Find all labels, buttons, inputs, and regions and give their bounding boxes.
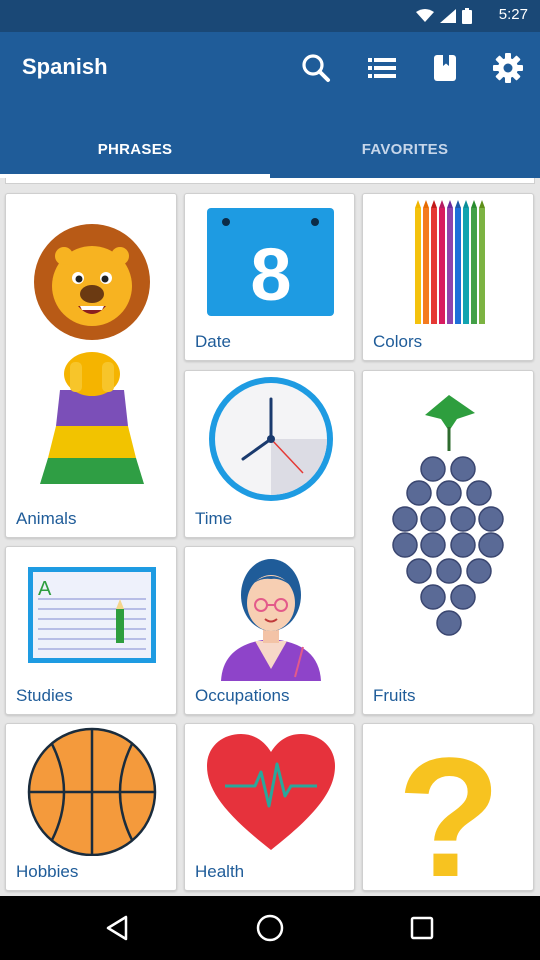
search-button[interactable] — [298, 50, 334, 86]
category-card-time[interactable]: Time — [184, 370, 355, 538]
category-card-hobbies[interactable]: Hobbies — [5, 723, 177, 891]
colored-pencils-icon — [415, 200, 485, 324]
settings-icon — [493, 53, 523, 83]
category-card-more[interactable]: ? — [362, 723, 534, 892]
tab-phrases-label: PHRASES — [97, 140, 173, 158]
woman-icon — [221, 559, 321, 681]
bookmark-icon — [434, 55, 456, 81]
status-time: 5:27 — [498, 6, 528, 23]
signal-icon — [440, 9, 456, 23]
category-card-studies[interactable]: A Studies — [5, 546, 177, 715]
back-icon — [106, 915, 128, 941]
category-label-time: Time — [195, 509, 233, 528]
category-card-colors[interactable]: Colors — [362, 193, 534, 361]
home-button[interactable] — [252, 910, 288, 946]
category-card-health[interactable]: Health — [184, 723, 355, 891]
category-label-occupations: Occupations — [195, 686, 290, 705]
tab-favorites[interactable]: FAVORITES — [270, 120, 540, 178]
app-bar: Spanish PHRASES FAVORITES — [0, 32, 540, 178]
status-icons — [416, 8, 472, 24]
bookmark-button[interactable] — [427, 50, 463, 86]
wifi-icon — [416, 9, 434, 22]
category-label-colors: Colors — [373, 332, 423, 351]
category-label-animals: Animals — [16, 509, 77, 528]
grapes-icon — [392, 395, 504, 636]
category-label-date: Date — [195, 332, 231, 351]
category-card-date[interactable]: 8 Date — [184, 193, 355, 361]
notebook-letter: A — [38, 578, 52, 600]
category-card-occupations[interactable]: Occupations — [184, 546, 355, 715]
previous-row-edge — [5, 178, 535, 184]
question-mark-glyph: ? — [397, 724, 501, 892]
notebook-icon: A — [28, 567, 156, 663]
list-icon — [368, 58, 396, 78]
tab-bar: PHRASES FAVORITES — [0, 120, 540, 178]
calendar-icon: 8 — [207, 208, 334, 316]
search-icon — [302, 54, 330, 82]
recents-button[interactable] — [404, 910, 440, 946]
clock-icon — [209, 377, 333, 501]
category-card-fruits[interactable]: Fruits — [362, 370, 534, 715]
calendar-number: 8 — [250, 233, 291, 316]
category-label-hobbies: Hobbies — [16, 862, 79, 881]
category-card-animals[interactable]: Animals — [5, 193, 177, 538]
category-grid: Animals 8 Date Colors Time Fruits A Stud… — [0, 178, 540, 896]
basketball-icon — [27, 727, 157, 856]
lion-icon — [34, 224, 150, 484]
category-label-studies: Studies — [16, 686, 73, 705]
home-icon — [256, 914, 284, 942]
settings-button[interactable] — [490, 50, 526, 86]
battery-icon — [462, 8, 472, 24]
heart-icon — [207, 734, 335, 850]
tab-favorites-label: FAVORITES — [361, 140, 449, 158]
category-label-health: Health — [195, 862, 245, 881]
category-label-fruits: Fruits — [373, 686, 416, 705]
tab-phrases[interactable]: PHRASES — [0, 120, 270, 178]
app-title: Spanish — [22, 54, 108, 79]
recents-icon — [410, 916, 434, 940]
list-button[interactable] — [364, 50, 400, 86]
status-bar: 5:27 — [0, 0, 540, 32]
back-button[interactable] — [100, 910, 136, 946]
question-mark-icon: ? — [397, 724, 501, 892]
system-nav-bar — [0, 896, 540, 960]
